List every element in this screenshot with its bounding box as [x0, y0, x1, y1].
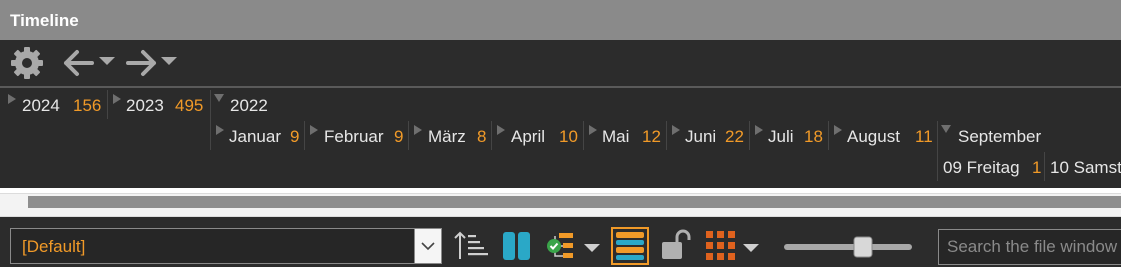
collapse-triangle-icon[interactable]	[214, 94, 224, 102]
file-search-field[interactable]	[938, 229, 1121, 265]
chevron-down-icon	[421, 242, 435, 251]
month-label: Mai	[602, 127, 630, 146]
month-count: 9	[290, 127, 300, 146]
month-count: 10	[559, 127, 578, 146]
zoom-slider[interactable]	[784, 235, 914, 264]
expand-triangle-icon[interactable]	[216, 125, 224, 135]
month-label: August	[847, 127, 900, 146]
forward-arrow-icon[interactable]	[124, 46, 158, 85]
preset-dropdown[interactable]: [Default]	[10, 228, 442, 264]
back-history-dropdown-icon[interactable]	[98, 54, 116, 72]
month-count: 12	[642, 127, 661, 146]
expand-triangle-icon[interactable]	[834, 125, 842, 135]
month-count: 18	[804, 127, 823, 146]
expand-triangle-icon[interactable]	[113, 94, 121, 104]
columns-icon[interactable]	[501, 229, 533, 268]
scroll-thumb[interactable]	[28, 196, 1121, 208]
search-input[interactable]	[939, 230, 1121, 264]
timeline-title-bar: Timeline	[0, 0, 1121, 40]
month-count: 11	[915, 127, 933, 146]
sort-icon[interactable]	[453, 229, 489, 268]
timeline-panel: 2024 156 2023 495 2022 Januar 9 Februar …	[0, 86, 1121, 190]
month-cell[interactable]: April 10	[492, 121, 583, 150]
month-cell[interactable]: August 11	[829, 121, 937, 150]
window-title: Timeline	[10, 11, 79, 30]
filter-tree-icon[interactable]	[545, 229, 579, 268]
unlock-icon[interactable]	[659, 228, 693, 267]
month-cell[interactable]: Juni 22	[667, 121, 749, 150]
month-cell[interactable]: Juli 18	[750, 121, 828, 150]
back-arrow-icon[interactable]	[62, 46, 96, 85]
expand-triangle-icon[interactable]	[672, 125, 680, 135]
expand-triangle-icon[interactable]	[497, 125, 505, 135]
month-label: Juli	[768, 127, 794, 146]
grid-view-icon[interactable]	[704, 229, 738, 268]
filter-dropdown-icon[interactable]	[583, 241, 601, 259]
grid-dropdown-icon[interactable]	[742, 241, 760, 259]
month-count: 22	[725, 127, 744, 146]
month-cell[interactable]: März 8	[409, 121, 491, 150]
timeline-toolbar	[0, 40, 1121, 86]
preset-value: [Default]	[22, 237, 86, 256]
expand-triangle-icon[interactable]	[310, 125, 318, 135]
month-label: September	[958, 127, 1042, 146]
dropdown-button[interactable]	[414, 229, 441, 263]
day-cell[interactable]: 10 Samst	[1045, 152, 1121, 181]
year-cell[interactable]: 2022	[211, 90, 1121, 119]
day-label: 10 Samst	[1050, 158, 1121, 177]
month-cell[interactable]: Januar 9	[211, 121, 304, 150]
expand-triangle-icon[interactable]	[755, 125, 763, 135]
stack-view-icon[interactable]	[611, 227, 649, 270]
month-label: März	[428, 127, 466, 146]
year-cell[interactable]: 2023 495	[108, 90, 210, 119]
year-count: 495	[175, 96, 204, 115]
month-label: Juni	[685, 127, 717, 146]
expand-triangle-icon[interactable]	[414, 125, 422, 135]
month-cell[interactable]: Mai 12	[584, 121, 666, 150]
year-cell[interactable]: 2024 156	[3, 90, 107, 119]
day-cell[interactable]: 09 Freitag 1	[938, 152, 1044, 181]
horizontal-scrollbar[interactable]	[0, 188, 1121, 217]
month-label: Februar	[324, 127, 384, 146]
year-label: 2023	[126, 96, 164, 115]
year-count: 156	[73, 96, 102, 115]
forward-history-dropdown-icon[interactable]	[160, 54, 178, 72]
gear-icon[interactable]	[10, 46, 44, 85]
month-cell[interactable]: September	[938, 121, 1121, 150]
day-label: 09 Freitag	[943, 158, 1020, 177]
bottom-toolbar: [Default]	[0, 217, 1121, 267]
month-count: 9	[394, 127, 404, 146]
month-count: 8	[477, 127, 487, 146]
year-label: 2024	[22, 96, 60, 115]
collapse-triangle-icon[interactable]	[941, 125, 951, 133]
expand-triangle-icon[interactable]	[8, 94, 16, 104]
month-cell[interactable]: Februar 9	[305, 121, 408, 150]
month-label: Januar	[229, 127, 281, 146]
month-label: April	[511, 127, 546, 146]
year-label: 2022	[230, 96, 268, 115]
slider-thumb	[853, 236, 873, 258]
day-count: 1	[1032, 158, 1042, 177]
expand-triangle-icon[interactable]	[589, 125, 597, 135]
